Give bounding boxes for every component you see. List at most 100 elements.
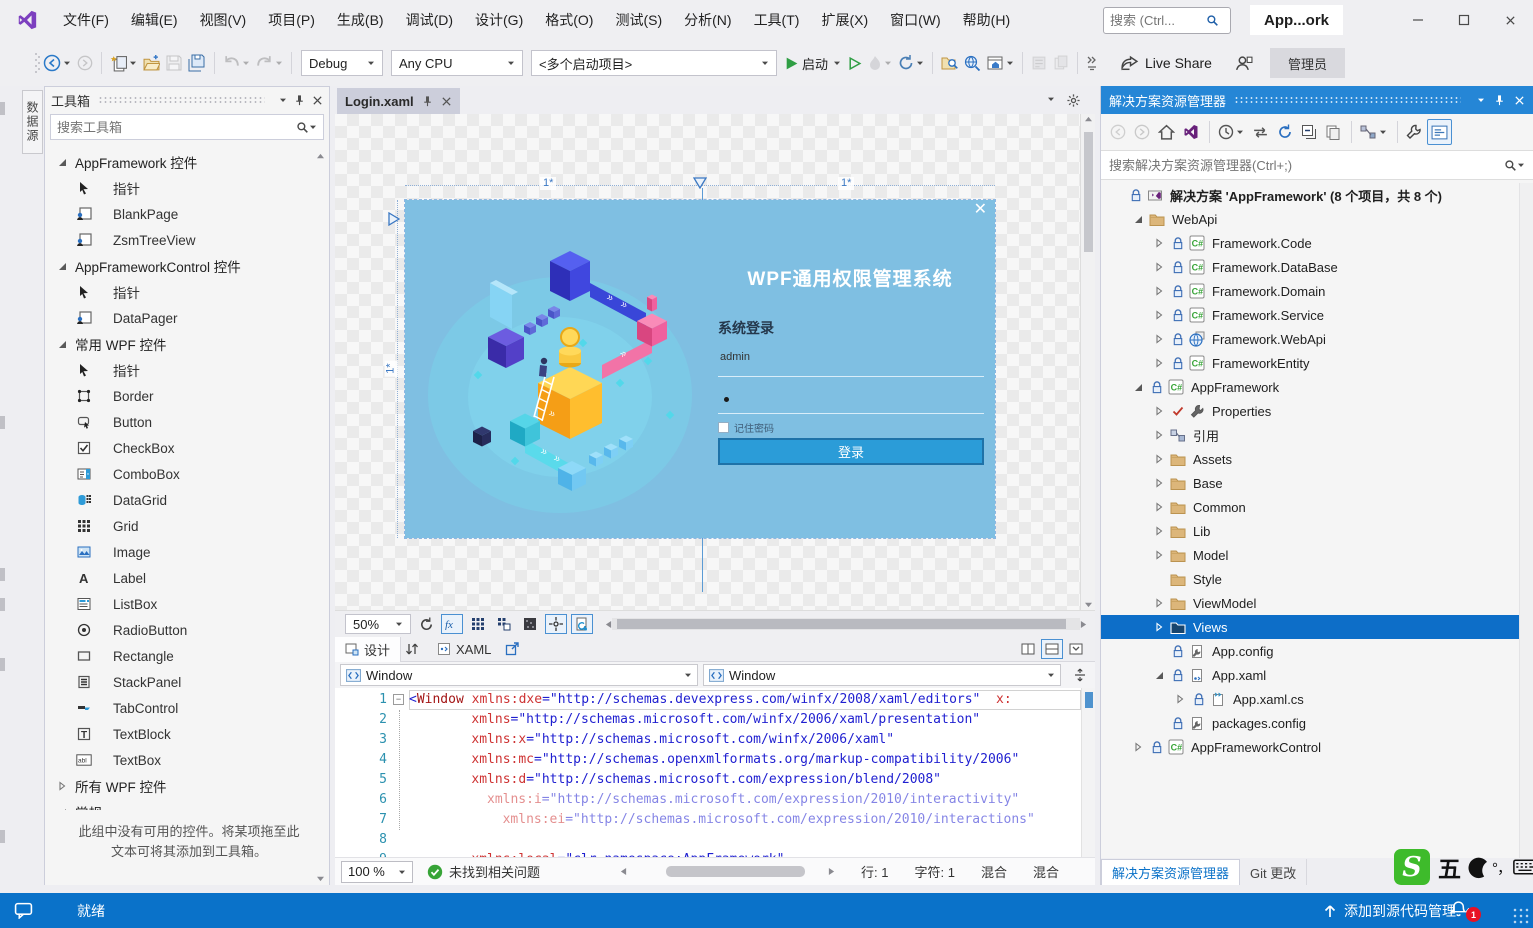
expander-closed-icon[interactable] <box>1151 550 1167 560</box>
ime-mode-indicator[interactable]: 五 <box>1438 850 1461 884</box>
code-lines[interactable]: <Window xmlns:dxe="http://schemas.devexp… <box>409 690 1081 857</box>
toolbox-section-header[interactable]: 常用 WPF 控件 <box>45 331 329 357</box>
admin-account-button[interactable]: 管理员 <box>1269 48 1345 78</box>
expander-closed-icon[interactable] <box>1151 334 1167 344</box>
expander-closed-icon[interactable] <box>1151 478 1167 488</box>
tree-row[interactable]: Style <box>1101 567 1520 591</box>
back-button[interactable] <box>1107 119 1129 145</box>
menu-item[interactable]: 文件(F) <box>52 0 120 40</box>
mode-indicator[interactable]: 混合 <box>1033 862 1059 881</box>
keyboard-icon[interactable] <box>1513 859 1533 875</box>
menu-item[interactable]: 调试(D) <box>395 0 464 40</box>
open-file-button[interactable] <box>140 50 163 76</box>
toolbox-search-input[interactable] <box>57 119 296 135</box>
tree-row[interactable]: Common <box>1101 495 1520 519</box>
horizontal-split-button[interactable] <box>1041 639 1063 659</box>
effects-toggle-button[interactable]: fx <box>441 614 463 634</box>
toolbox-section-header[interactable]: 常规 <box>45 799 329 810</box>
gear-icon[interactable] <box>1066 93 1081 108</box>
code-line[interactable]: xmlns="http://schemas.microsoft.com/winf… <box>409 710 1081 730</box>
menu-item[interactable]: 视图(V) <box>189 0 258 40</box>
popout-xaml-button[interactable] <box>501 639 523 659</box>
expander-open-icon[interactable] <box>1130 214 1146 224</box>
scroll-up-icon[interactable] <box>1084 116 1093 123</box>
scroll-down-icon[interactable] <box>316 875 325 882</box>
scrollbar-track[interactable] <box>612 618 1080 630</box>
tree-row[interactable]: WebApi <box>1101 207 1520 231</box>
close-icon[interactable] <box>441 96 452 107</box>
tab-login-xaml[interactable]: Login.xaml <box>337 88 460 114</box>
swap-splitter-button[interactable] <box>1069 665 1091 685</box>
code-line[interactable]: xmlns:ei="http://schemas.microsoft.com/e… <box>409 810 1081 830</box>
solution-search-input[interactable] <box>1109 157 1504 173</box>
tab-git-changes[interactable]: Git 更改 <box>1240 859 1308 885</box>
toolbox-item[interactable]: DataPager <box>45 305 329 331</box>
breadcrumb-left-dropdown[interactable]: Window <box>340 664 698 686</box>
toolbox-item[interactable]: A Label <box>45 565 329 591</box>
code-line[interactable]: xmlns:mc="http://schemas.openxmlformats.… <box>409 750 1081 770</box>
toolbox-item[interactable]: 指针 <box>45 175 329 201</box>
code-line[interactable]: xmlns:i="http://schemas.microsoft.com/ex… <box>409 790 1081 810</box>
expander-closed-icon[interactable] <box>1151 454 1167 464</box>
pending-changes-filter-button[interactable] <box>1215 119 1247 145</box>
solution-search[interactable] <box>1101 150 1533 180</box>
show-grid-button[interactable] <box>467 614 489 634</box>
username-field[interactable]: admin <box>720 351 750 363</box>
toolbar-options-button[interactable] <box>1083 50 1101 76</box>
tree-row[interactable]: App.config <box>1101 639 1520 663</box>
scrollbar-thumb[interactable] <box>1084 132 1093 252</box>
background-toggle-button[interactable] <box>519 614 541 634</box>
chevron-down-icon[interactable] <box>309 123 317 131</box>
password-field[interactable] <box>724 397 729 402</box>
expander-closed-icon[interactable] <box>1151 526 1167 536</box>
editor-horizontal-scrollbar[interactable] <box>620 865 835 879</box>
tree-row[interactable]: C# Framework.DataBase <box>1101 255 1520 279</box>
moon-icon[interactable] <box>1466 855 1490 879</box>
fold-gutter[interactable]: − <box>393 690 407 705</box>
toolbox-item[interactable]: ComboBox <box>45 461 329 487</box>
toolbox-item[interactable]: 指针 <box>45 357 329 383</box>
code-line[interactable]: <Window xmlns:dxe="http://schemas.devexp… <box>409 690 1081 710</box>
tree-row[interactable]: C# FrameworkEntity <box>1101 351 1520 375</box>
column-indicator[interactable]: 字符: 1 <box>914 862 954 881</box>
startup-project-dropdown[interactable]: <多个启动项目> <box>531 50 777 76</box>
menu-item[interactable]: 分析(N) <box>673 0 742 40</box>
expander-closed-icon[interactable] <box>1151 430 1167 440</box>
close-icon[interactable] <box>1514 95 1525 106</box>
expander-open-icon[interactable] <box>1151 670 1167 680</box>
save-all-button[interactable] <box>185 50 209 76</box>
forward-button[interactable] <box>1131 119 1153 145</box>
window-position-icon[interactable] <box>1477 96 1485 104</box>
reload-on-save-button[interactable] <box>571 614 593 634</box>
save-button[interactable] <box>163 50 185 76</box>
sync-with-active-document-button[interactable] <box>1249 119 1272 145</box>
toolbox-item[interactable]: Grid <box>45 513 329 539</box>
expander-closed-icon[interactable] <box>1151 598 1167 608</box>
home-button[interactable] <box>1155 119 1178 145</box>
refresh-button[interactable] <box>1274 119 1296 145</box>
collapse-all-button[interactable] <box>1298 119 1320 145</box>
feedback-bubble-icon[interactable] <box>14 902 33 919</box>
solution-platform-dropdown[interactable]: Any CPU <box>391 50 523 76</box>
menu-item[interactable]: 帮助(H) <box>952 0 1021 40</box>
fold-collapse-icon[interactable]: − <box>393 694 404 705</box>
designer-vertical-scrollbar[interactable] <box>1080 114 1095 610</box>
pin-icon[interactable] <box>293 94 306 107</box>
swap-panes-button[interactable] <box>401 639 423 659</box>
designer-zoom-dropdown[interactable]: 50% <box>345 614 411 634</box>
toolbox-section-header[interactable]: 所有 WPF 控件 <box>45 773 329 799</box>
tree-row[interactable]: C# Framework.Code <box>1101 231 1520 255</box>
tree-row[interactable]: Framework.WebApi <box>1101 327 1520 351</box>
login-button[interactable]: 登录 <box>718 438 984 465</box>
maximize-button[interactable] <box>1441 0 1487 40</box>
feedback-button[interactable] <box>1231 50 1256 76</box>
grid-splitter-marker-icon[interactable] <box>693 177 707 189</box>
remember-checkbox[interactable] <box>718 422 729 433</box>
tab-xaml[interactable]: XAML <box>427 637 501 662</box>
toolbox-item[interactable]: ListBox <box>45 591 329 617</box>
tree-row[interactable]: Views <box>1101 615 1520 639</box>
quick-search-input[interactable] <box>1110 13 1206 28</box>
ime-punctuation-indicator[interactable]: °， <box>1492 857 1512 878</box>
minimize-button[interactable] <box>1395 0 1441 40</box>
tree-row[interactable]: packages.config <box>1101 711 1520 735</box>
